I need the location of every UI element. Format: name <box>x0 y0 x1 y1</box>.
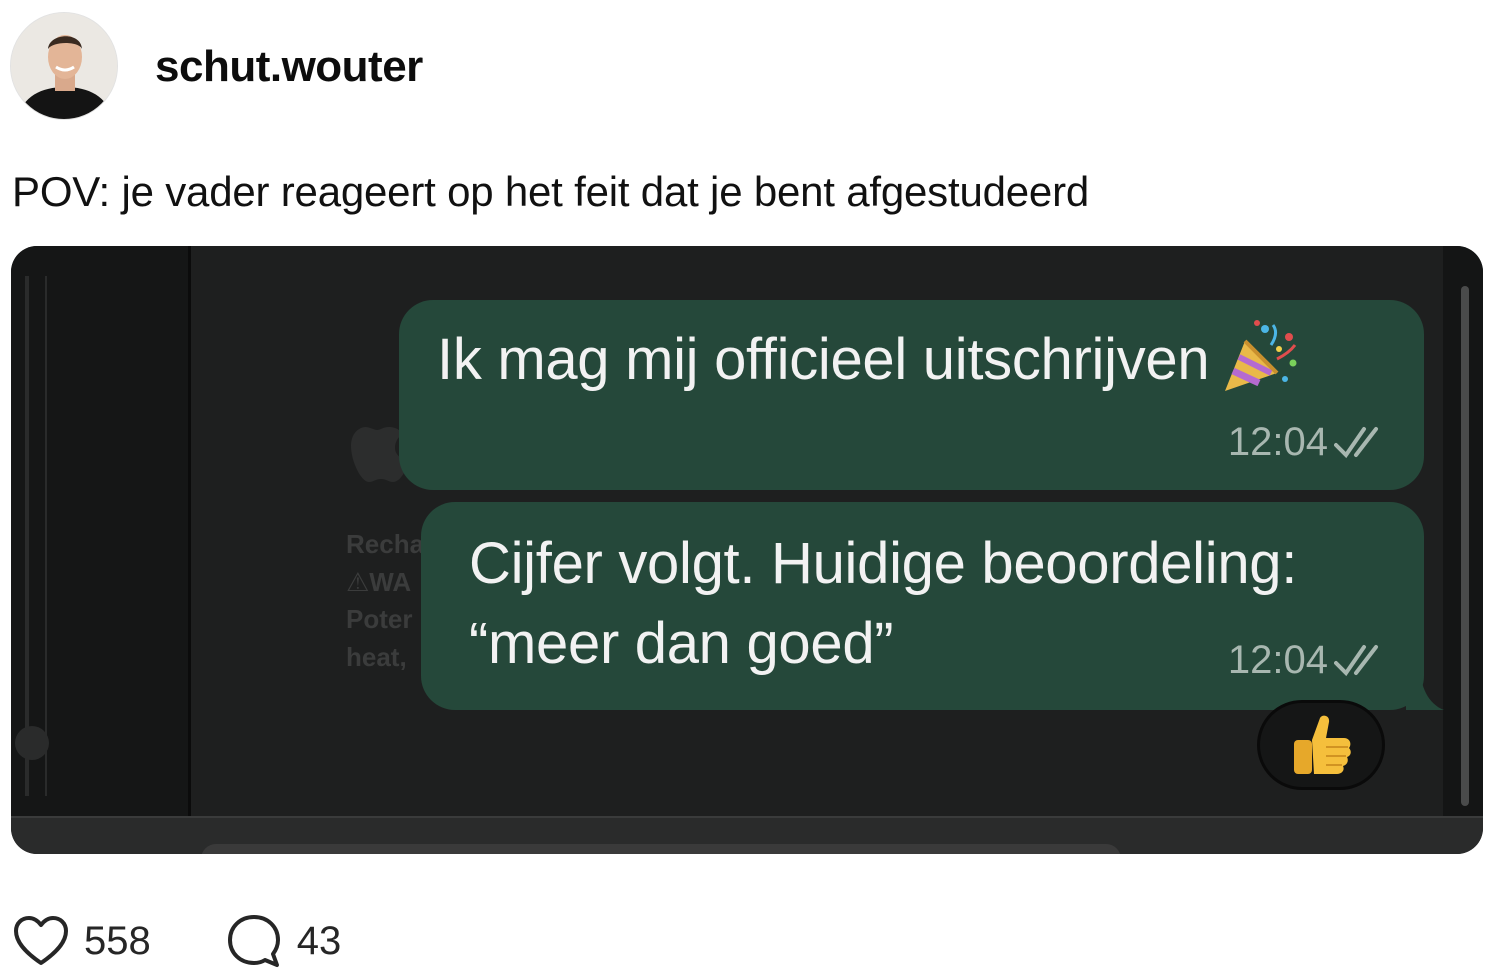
post-caption: POV: je vader reageert op het feit dat j… <box>12 168 1090 215</box>
party-popper-icon <box>1225 319 1297 391</box>
reaction-badge[interactable] <box>1257 700 1385 790</box>
comment-icon <box>227 915 280 967</box>
message-meta: 12:04 <box>1228 420 1390 465</box>
comment-count: 43 <box>296 918 342 963</box>
background-panel <box>11 246 191 816</box>
chat-screenshot: Recha ⚠WA Poter heat, Ik mag mij officie… <box>11 246 1483 854</box>
avatar[interactable] <box>10 12 118 120</box>
scrollbar <box>1461 286 1469 806</box>
comment-button[interactable]: 43 <box>225 912 342 970</box>
like-button[interactable]: 558 <box>12 912 151 970</box>
message-time: 12:04 <box>1227 420 1328 464</box>
double-check-icon <box>1334 426 1378 458</box>
post-actions: 558 43 <box>12 912 415 970</box>
bubble-tail <box>1406 666 1444 710</box>
message-time: 12:04 <box>1227 638 1328 682</box>
message-text: Cijfer volgt. Huidige beoordeling: “meer… <box>469 531 1298 676</box>
chat-input-field <box>201 844 1121 854</box>
message-bubble[interactable]: Ik mag mij officieel uitschrijven 12:04 <box>399 300 1424 490</box>
message-bubble[interactable]: Cijfer volgt. Huidige beoordeling: “meer… <box>421 502 1424 710</box>
username[interactable]: schut.wouter <box>155 42 423 92</box>
double-check-icon <box>1334 644 1378 676</box>
like-count: 558 <box>84 918 151 963</box>
heart-icon <box>14 916 68 965</box>
background-text: Recha ⚠WA Poter heat, <box>346 529 425 673</box>
message-text: Ik mag mij officieel uitschrijven <box>437 319 1299 400</box>
message-meta: 12:04 <box>1228 638 1390 683</box>
post: schut.wouter POV: je vader reageert op h… <box>0 0 1498 974</box>
thumbs-up-icon <box>1294 715 1351 774</box>
